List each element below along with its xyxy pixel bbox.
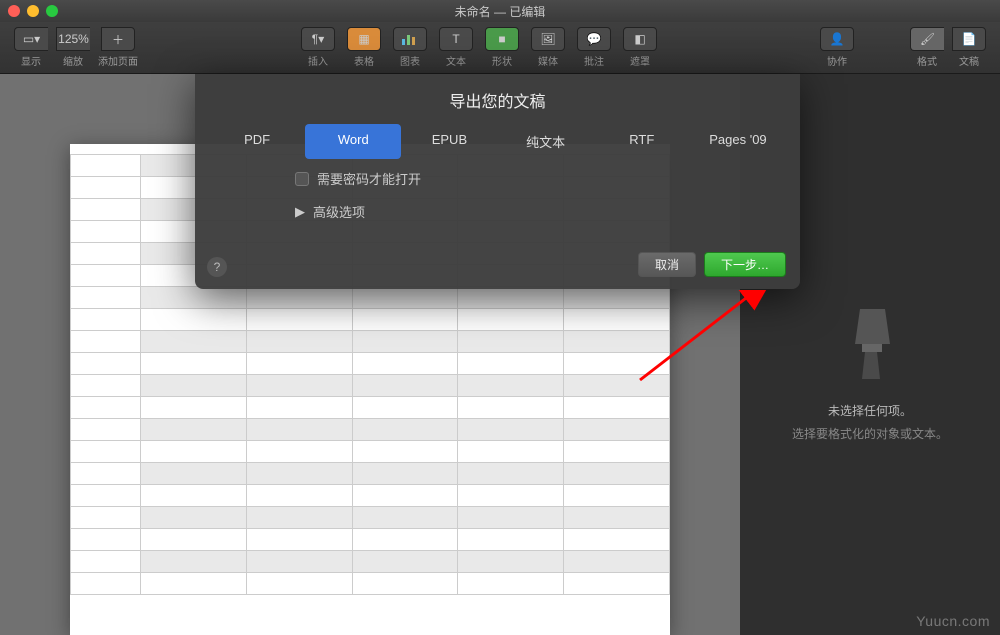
zoom-button[interactable]: 125% 缩放 bbox=[52, 27, 94, 68]
text-button[interactable]: T文本 bbox=[435, 27, 477, 68]
window-title: 未命名 — 已编辑 bbox=[0, 3, 1000, 20]
format-button[interactable]: 🖌格式 bbox=[906, 27, 948, 68]
require-password-checkbox[interactable] bbox=[295, 172, 309, 186]
cancel-button[interactable]: 取消 bbox=[638, 252, 696, 277]
next-button[interactable]: 下一步… bbox=[704, 252, 786, 277]
fullscreen-window-button[interactable] bbox=[46, 5, 58, 17]
table-label: 表格 bbox=[354, 53, 374, 68]
insert-label: 插入 bbox=[308, 53, 328, 68]
watermark: Yuucn.com bbox=[916, 613, 990, 629]
media-label: 媒体 bbox=[538, 53, 558, 68]
brush-icon bbox=[840, 304, 900, 384]
export-format-tabs: PDF Word EPUB 纯文本 RTF Pages '09 bbox=[195, 124, 800, 169]
chart-label: 图表 bbox=[400, 53, 420, 68]
tab-pages09[interactable]: Pages '09 bbox=[690, 124, 786, 159]
comment-label: 批注 bbox=[584, 53, 604, 68]
zoom-label: 缩放 bbox=[63, 53, 83, 68]
comment-button[interactable]: 💬批注 bbox=[573, 27, 615, 68]
chart-button[interactable]: 图表 bbox=[389, 27, 431, 68]
help-button[interactable]: ? bbox=[207, 257, 227, 277]
advanced-options-toggle[interactable]: ▶ 高级选项 bbox=[295, 202, 800, 221]
view-label: 显示 bbox=[21, 53, 41, 68]
require-password-label: 需要密码才能打开 bbox=[317, 169, 421, 188]
insert-button[interactable]: ¶▾插入 bbox=[297, 27, 339, 68]
titlebar: 未命名 — 已编辑 bbox=[0, 0, 1000, 22]
tab-plaintext[interactable]: 纯文本 bbox=[498, 124, 594, 159]
collab-label: 协作 bbox=[827, 53, 847, 68]
tab-pdf[interactable]: PDF bbox=[209, 124, 305, 159]
tab-rtf[interactable]: RTF bbox=[594, 124, 690, 159]
disclosure-triangle-icon: ▶ bbox=[295, 204, 305, 220]
add-page-button[interactable]: ＋添加页面 bbox=[94, 27, 142, 68]
text-label: 文本 bbox=[446, 53, 466, 68]
close-window-button[interactable] bbox=[8, 5, 20, 17]
mask-label: 遮罩 bbox=[630, 53, 650, 68]
table-button[interactable]: ▦表格 bbox=[343, 27, 385, 68]
view-button[interactable]: ▭▾显示 bbox=[10, 27, 52, 68]
collab-button[interactable]: 👤协作 bbox=[816, 27, 858, 68]
tab-word[interactable]: Word bbox=[305, 124, 401, 159]
minimize-window-button[interactable] bbox=[27, 5, 39, 17]
advanced-options-label: 高级选项 bbox=[313, 202, 365, 221]
window-controls bbox=[8, 5, 58, 17]
format-label: 格式 bbox=[917, 53, 937, 68]
toolbar: ▭▾显示 125% 缩放 ＋添加页面 ¶▾插入 ▦表格 图表 T文本 ■形状 🖼媒… bbox=[0, 22, 1000, 74]
shape-label: 形状 bbox=[492, 53, 512, 68]
panel-message-2: 选择要格式化的对象或文本。 bbox=[792, 425, 948, 442]
zoom-value: 125% bbox=[56, 27, 90, 51]
document-button[interactable]: 📄文稿 bbox=[948, 27, 990, 68]
mask-button[interactable]: ◧遮罩 bbox=[619, 27, 661, 68]
shape-button[interactable]: ■形状 bbox=[481, 27, 523, 68]
document-label: 文稿 bbox=[959, 53, 979, 68]
media-button[interactable]: 🖼媒体 bbox=[527, 27, 569, 68]
tab-epub[interactable]: EPUB bbox=[401, 124, 497, 159]
add-page-label: 添加页面 bbox=[98, 53, 138, 68]
export-dialog: 导出您的文稿 PDF Word EPUB 纯文本 RTF Pages '09 需… bbox=[195, 74, 800, 289]
dialog-title: 导出您的文稿 bbox=[195, 74, 800, 124]
panel-message-1: 未选择任何项。 bbox=[828, 402, 912, 419]
